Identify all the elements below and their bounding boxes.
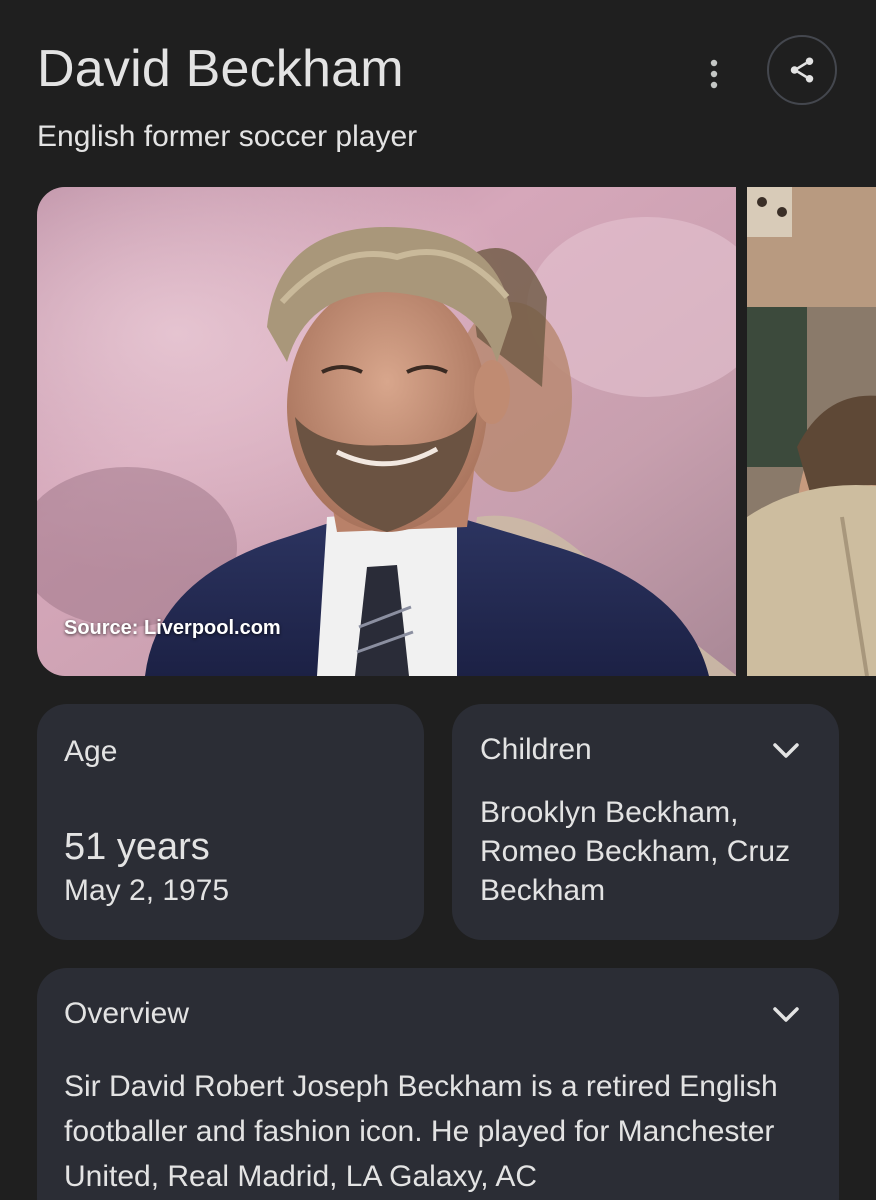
- secondary-photo[interactable]: [747, 187, 876, 676]
- more-vert-icon: [710, 59, 718, 89]
- image-source-label: Source: Liverpool.com: [64, 617, 281, 639]
- age-label: Age: [64, 735, 118, 768]
- overview-label: Overview: [64, 997, 190, 1030]
- image-carousel[interactable]: Source: Liverpool.com: [37, 187, 876, 676]
- chevron-down-icon: [773, 1007, 799, 1022]
- birth-date: May 2, 1975: [64, 874, 230, 907]
- portrait-image: [37, 187, 736, 676]
- children-label: Children: [480, 733, 592, 766]
- children-value: Brooklyn Beckham, Romeo Beckham, Cruz Be…: [480, 796, 791, 907]
- secondary-image: [747, 187, 876, 676]
- share-button[interactable]: [767, 35, 837, 105]
- entity-subtitle: English former soccer player: [37, 120, 418, 153]
- knowledge-panel: David Beckham English former soccer play…: [0, 0, 876, 1200]
- share-icon: [790, 57, 814, 83]
- overview-expand-button[interactable]: [766, 995, 806, 1035]
- main-photo[interactable]: Source: Liverpool.com: [37, 187, 736, 676]
- age-value: 51 years: [64, 826, 210, 868]
- children-expand-button[interactable]: [766, 731, 806, 771]
- chevron-down-icon: [773, 743, 799, 758]
- entity-title: David Beckham: [37, 40, 404, 98]
- more-options-button[interactable]: [690, 50, 738, 98]
- overview-text: Sir David Robert Joseph Beckham is a ret…: [64, 1070, 778, 1193]
